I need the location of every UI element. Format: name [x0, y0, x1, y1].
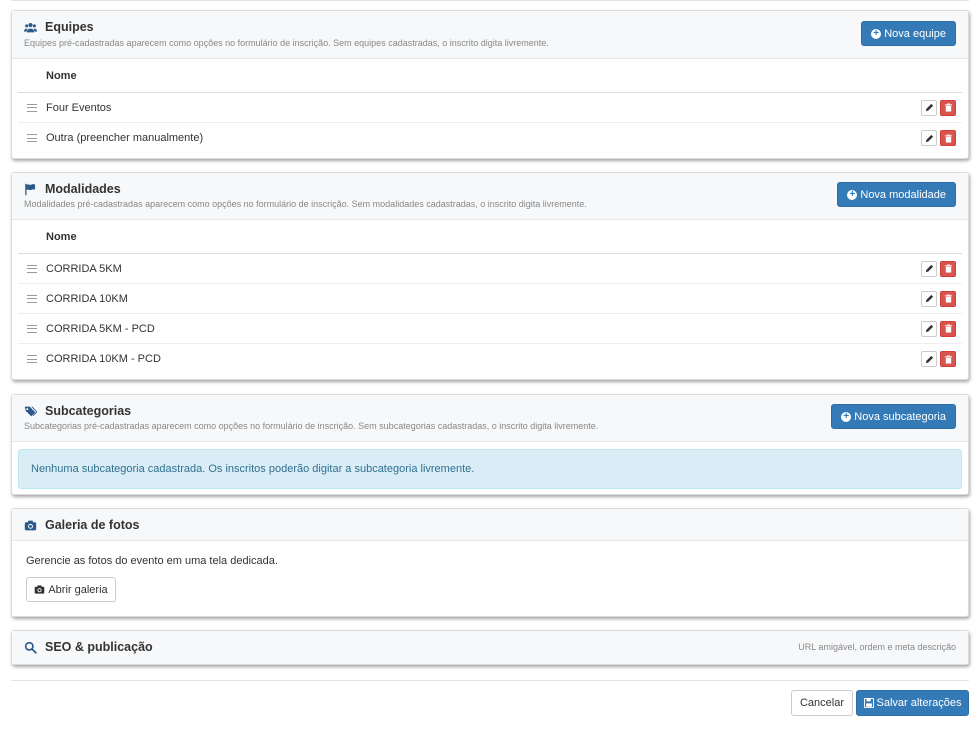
drag-handle-icon[interactable] [18, 294, 46, 303]
delete-button[interactable] [940, 99, 956, 116]
nova-subcategoria-label: Nova subcategoria [854, 410, 946, 423]
equipes-title: Equipes [24, 20, 94, 34]
pencil-icon [925, 103, 933, 112]
top-divider [11, 0, 969, 1]
seo-hint: URL amigável, ordem e meta descrição [798, 642, 956, 652]
seo-header[interactable]: SEO & publicação URL amigável, ordem e m… [12, 631, 968, 664]
modalidades-subtitle: Modalidades pré-cadastradas aparecem com… [24, 199, 587, 209]
seo-title: SEO & publicação [24, 640, 153, 654]
floppy-disk-icon [863, 698, 874, 708]
pencil-icon [925, 324, 933, 333]
delete-button[interactable] [940, 320, 956, 337]
table-row: CORRIDA 10KM - PCD [18, 344, 962, 374]
pencil-icon [925, 264, 933, 273]
equipes-subtitle: Equipes pré-cadastradas aparecem como op… [24, 38, 549, 48]
drag-handle-icon[interactable] [18, 264, 46, 273]
equipes-title-text: Equipes [45, 20, 94, 34]
subcategorias-title: Subcategorias [24, 404, 131, 418]
trash-icon [944, 133, 952, 143]
table-row: Outra (preencher manualmente) [18, 123, 962, 153]
save-button[interactable]: Salvar alterações [856, 690, 969, 716]
modalidades-table: Nome CORRIDA 5KM CORRIDA 10KM CORRIDA 5K… [18, 220, 962, 374]
edit-button[interactable] [921, 351, 937, 367]
edit-button[interactable] [921, 260, 937, 277]
row-name: CORRIDA 5KM [46, 262, 122, 275]
table-row: Four Eventos [18, 93, 962, 123]
drag-handle-icon[interactable] [18, 324, 46, 333]
seo-panel[interactable]: SEO & publicação URL amigável, ordem e m… [11, 630, 969, 665]
empty-state-alert: Nenhuma subcategoria cadastrada. Os insc… [18, 449, 962, 489]
trash-icon [944, 294, 952, 303]
trash-icon [944, 264, 952, 273]
edit-button[interactable] [921, 99, 937, 116]
drag-handle-icon[interactable] [18, 103, 46, 112]
nova-equipe-button[interactable]: + Nova equipe [861, 21, 956, 46]
galeria-title-text: Galeria de fotos [45, 518, 140, 532]
modalidades-title: Modalidades [24, 182, 121, 196]
camera-icon [35, 585, 45, 594]
nova-equipe-label: Nova equipe [884, 27, 946, 40]
plus-circle-icon: + [871, 28, 882, 39]
galeria-header: Galeria de fotos [12, 509, 968, 541]
cancel-button[interactable]: Cancelar [791, 690, 853, 716]
trash-icon [944, 324, 952, 333]
subcategorias-header: Subcategorias Subcategorias pré-cadastra… [12, 395, 968, 442]
save-label: Salvar alterações [876, 697, 962, 709]
seo-title-text: SEO & publicação [45, 640, 153, 654]
subcategorias-panel: Subcategorias Subcategorias pré-cadastra… [11, 394, 969, 495]
search-icon [24, 640, 38, 654]
drag-handle-icon[interactable] [18, 355, 46, 363]
table-row: CORRIDA 10KM [18, 284, 962, 314]
row-name: CORRIDA 5KM - PCD [46, 322, 155, 335]
delete-button[interactable] [940, 351, 956, 367]
plus-circle-icon: + [841, 411, 852, 422]
drag-handle-icon[interactable] [18, 134, 46, 142]
pencil-icon [925, 294, 933, 303]
edit-button[interactable] [921, 290, 937, 307]
row-name: Four Eventos [46, 101, 112, 114]
delete-button[interactable] [940, 130, 956, 146]
row-name: CORRIDA 10KM [46, 292, 128, 305]
table-row: CORRIDA 5KM [18, 254, 962, 284]
modalidades-col-nome: Nome [18, 220, 962, 254]
modalidades-panel: Modalidades Modalidades pré-cadastradas … [11, 172, 969, 380]
nova-subcategoria-button[interactable]: + Nova subcategoria [831, 404, 956, 429]
edit-button[interactable] [921, 130, 937, 146]
equipes-header: Equipes Equipes pré-cadastradas aparecem… [12, 11, 968, 59]
equipes-col-nome: Nome [18, 59, 962, 93]
trash-icon [944, 354, 952, 364]
camera-icon [24, 518, 38, 532]
tags-icon [24, 404, 38, 418]
edit-button[interactable] [921, 320, 937, 337]
row-name: Outra (preencher manualmente) [46, 132, 204, 144]
nova-modalidade-button[interactable]: + Nova modalidade [837, 182, 956, 207]
equipes-table: Nome Four Eventos Outra (preencher manua… [18, 59, 962, 153]
subcategorias-subtitle: Subcategorias pré-cadastradas aparecem c… [24, 421, 599, 431]
delete-button[interactable] [940, 260, 956, 277]
row-name: CORRIDA 10KM - PCD [46, 353, 161, 365]
users-icon [24, 20, 38, 34]
modalidades-header: Modalidades Modalidades pré-cadastradas … [12, 173, 968, 220]
pencil-icon [925, 355, 933, 363]
cancel-label: Cancelar [799, 697, 845, 709]
footer-divider [11, 680, 969, 681]
galeria-title: Galeria de fotos [24, 518, 139, 532]
abrir-galeria-label: Abrir galeria [48, 583, 108, 596]
trash-icon [944, 103, 952, 112]
galeria-panel: Galeria de fotos Gerencie as fotos do ev… [11, 508, 969, 617]
modalidades-title-text: Modalidades [45, 182, 121, 196]
plus-circle-icon: + [847, 189, 858, 200]
abrir-galeria-button[interactable]: Abrir galeria [26, 577, 116, 602]
galeria-description: Gerencie as fotos do evento em uma tela … [26, 555, 278, 567]
flag-icon [24, 182, 38, 196]
table-row: CORRIDA 5KM - PCD [18, 314, 962, 344]
nova-modalidade-label: Nova modalidade [860, 188, 946, 201]
pencil-icon [925, 134, 933, 142]
equipes-panel: Equipes Equipes pré-cadastradas aparecem… [11, 10, 969, 159]
delete-button[interactable] [940, 290, 956, 307]
subcategorias-title-text: Subcategorias [45, 404, 132, 418]
